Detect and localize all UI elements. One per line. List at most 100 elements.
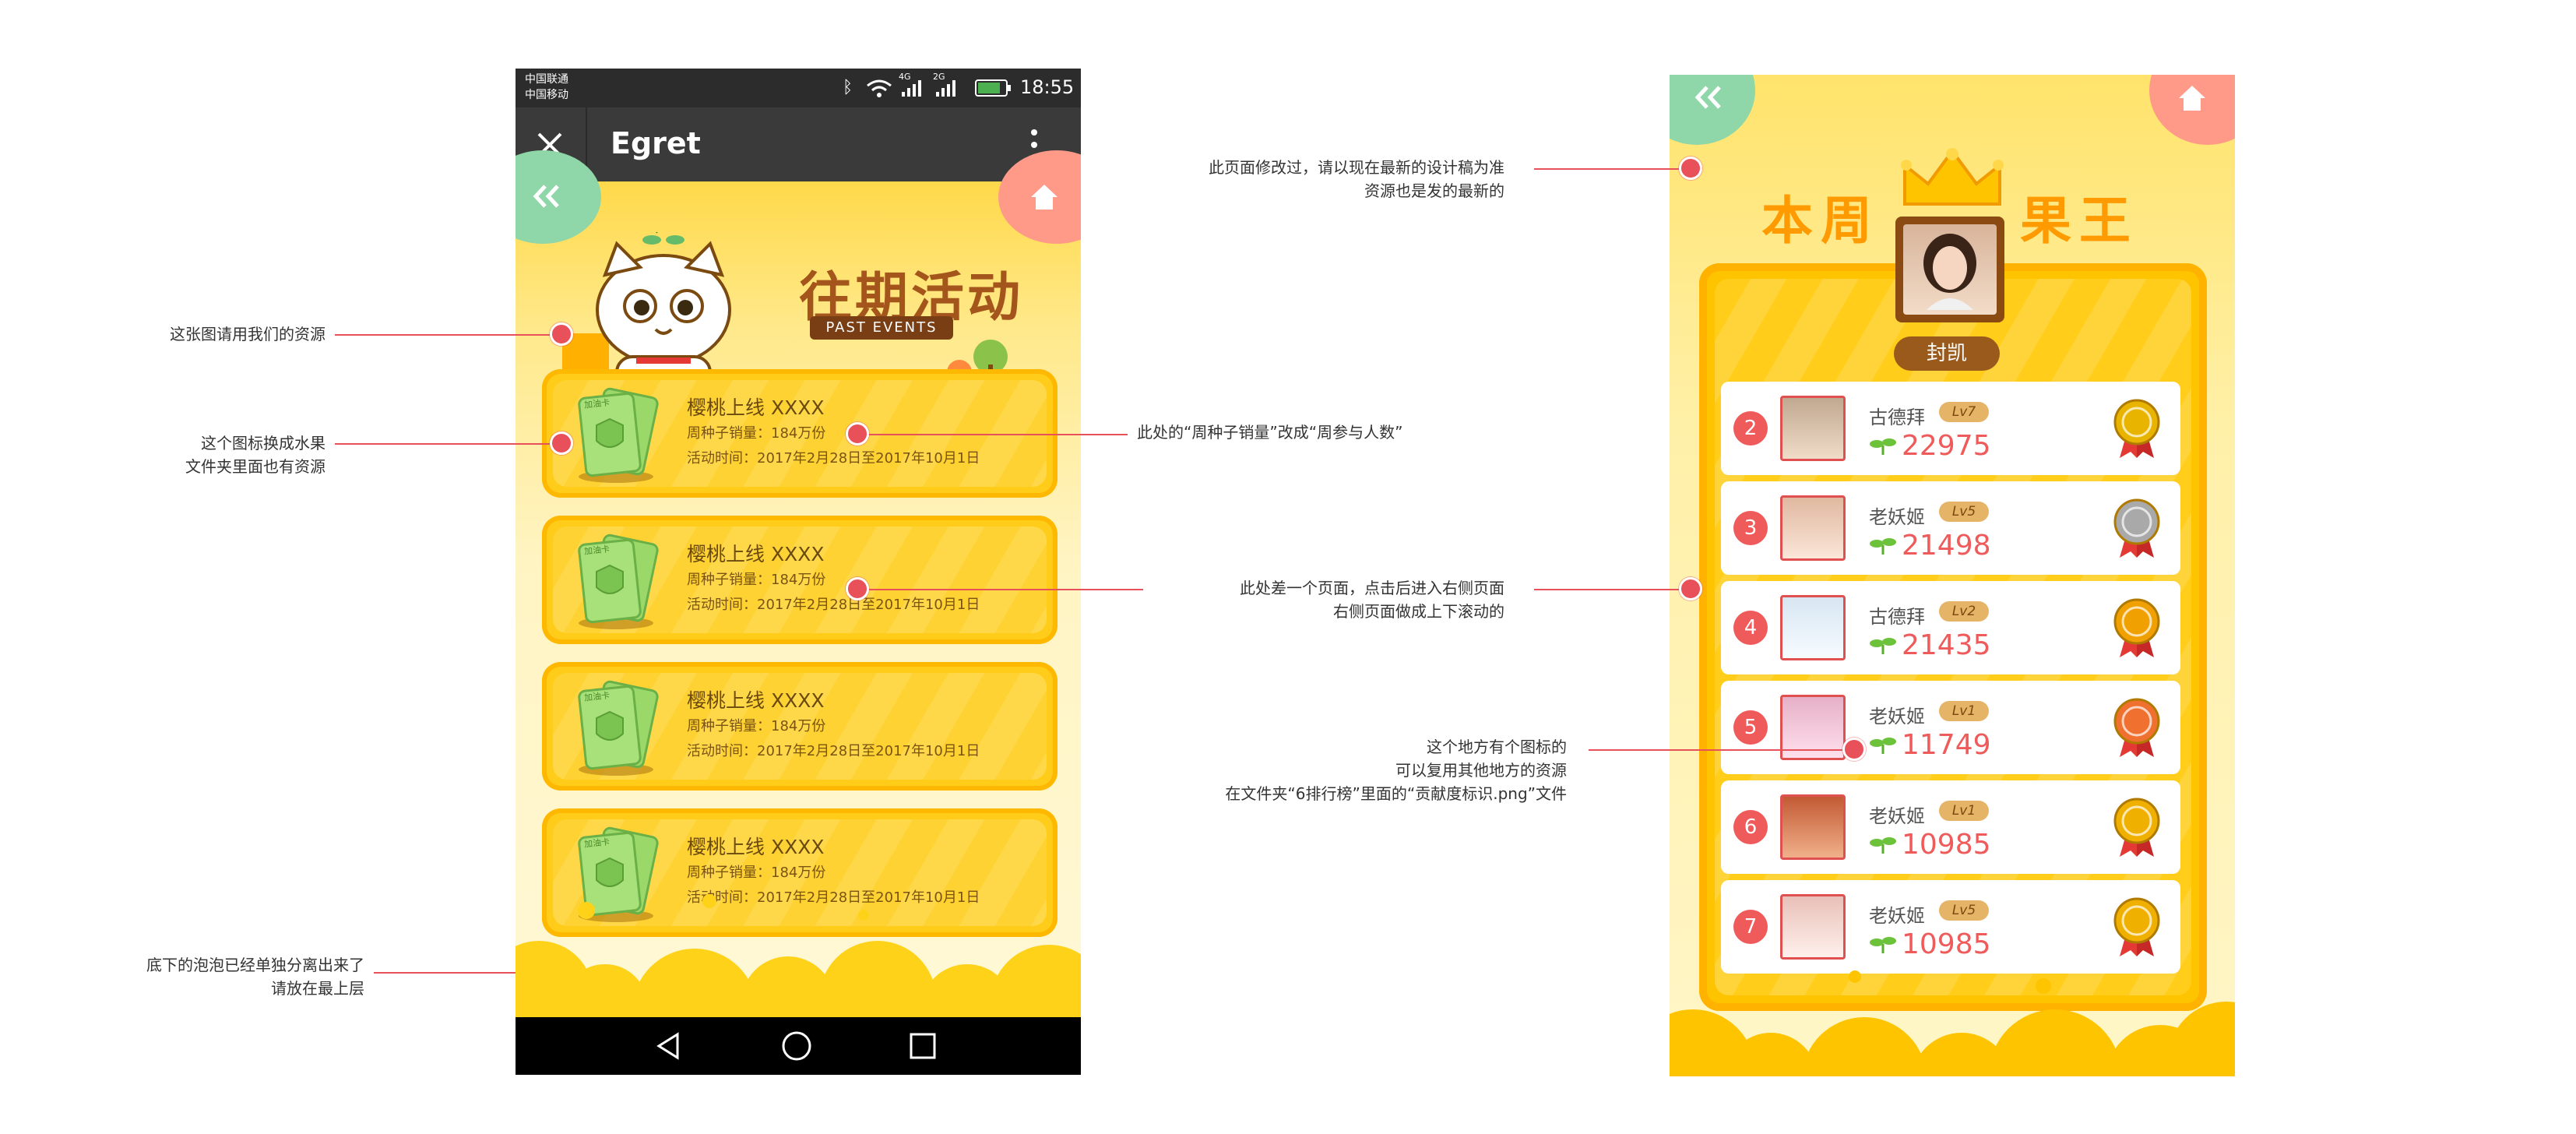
score: 10985 — [1902, 928, 1991, 960]
king-avatar — [1903, 224, 1997, 315]
event-time: 活动时间：2017年2月28日至2017年10月1日 — [687, 450, 980, 467]
rank-badge: 5 — [1733, 710, 1768, 745]
event-card[interactable]: 加油卡 樱桃上线 XXXX 周种子销量：184万份 活动时间：2017年2月28日至2… — [542, 516, 1057, 644]
annotation-1-dot — [550, 322, 573, 346]
sprout-icon — [1870, 638, 1896, 654]
contribution-medal-icon — [2113, 598, 2160, 657]
home-button[interactable] — [2149, 75, 2235, 145]
ranking-row[interactable]: 5 老妖姬 Lv1 11749 — [1721, 681, 2180, 774]
event-time: 活动时间：2017年2月28日至2017年10月1日 — [687, 743, 980, 759]
annotation-1-line — [335, 334, 562, 336]
home-icon — [2179, 86, 2205, 111]
contribution-medal-icon — [2113, 399, 2160, 458]
annotation-6-dot — [1679, 577, 1702, 600]
player-name: 古德拜 — [1869, 606, 1925, 628]
rank-badge: 6 — [1733, 810, 1768, 844]
home-icon — [1031, 185, 1057, 210]
avatar — [1780, 396, 1846, 461]
annotation-4b-dot — [846, 577, 869, 600]
bluetooth-icon: ᛒ — [843, 78, 853, 97]
event-card[interactable]: 加油卡 樱桃上线 XXXX 周种子销量：184万份 活动时间：2017年2月28日至2… — [542, 662, 1057, 791]
title-left: 本周 — [1761, 190, 1880, 251]
app-title: Egret — [611, 126, 701, 160]
annotation-2-dot — [550, 431, 573, 455]
annotation-6: 此处差一个页面，点击后进入右侧页面 右侧页面做成上下滚动的 — [1240, 579, 1504, 621]
avatar — [1780, 595, 1846, 660]
player-name: 老妖姬 — [1869, 905, 1925, 927]
ranking-row[interactable]: 3 老妖姬 Lv5 21498 — [1721, 481, 2180, 575]
annotation-4-line — [857, 434, 1128, 435]
ranking-row[interactable]: 2 古德拜 Lv7 22975 — [1721, 382, 2180, 475]
event-sales: 周种子销量：184万份 — [687, 572, 826, 588]
score: 10985 — [1902, 829, 1991, 861]
annotation-5-dot — [1679, 157, 1702, 180]
battery-icon — [975, 79, 1011, 97]
annotation-7: 这个地方有个图标的 可以复用其他地方的资源 在文件夹“6排行榜”里面的“贡献度标… — [1225, 738, 1567, 803]
annotation-6-line — [1534, 589, 1690, 590]
event-sales: 周种子销量：184万份 — [687, 718, 826, 734]
title-right: 果王 — [2020, 190, 2138, 251]
voucher-icon — [578, 534, 659, 629]
annotation-4b-line — [857, 589, 1143, 590]
level-badge: Lv1 — [1939, 801, 1989, 821]
nav-back-icon[interactable] — [654, 1031, 682, 1061]
annotation-3-line — [374, 972, 534, 974]
nav-recents-icon[interactable] — [908, 1031, 938, 1061]
king-avatar-portrait — [1923, 234, 1976, 310]
ranking-row[interactable]: 6 老妖姬 Lv1 10985 — [1721, 780, 2180, 874]
rank-badge: 3 — [1733, 511, 1768, 545]
avatar — [1780, 794, 1846, 860]
annotation-4-dot — [846, 422, 869, 446]
signal-icon-2 — [936, 80, 955, 97]
voucher-label: 加油卡 — [583, 836, 611, 850]
score: 21435 — [1902, 629, 1991, 661]
carrier-2: 中国移动 — [525, 89, 568, 101]
annotation-2-line — [335, 443, 562, 445]
avatar — [1780, 495, 1846, 561]
annotation-7-dot — [1842, 738, 1866, 761]
annotation-5: 此页面修改过，请以现在最新的设计稿为准 资源也是发的最新的 — [1209, 158, 1504, 200]
carrier-1: 中国联通 — [525, 73, 568, 86]
voucher-label: 加油卡 — [583, 544, 611, 557]
level-badge: Lv2 — [1939, 601, 1989, 622]
crown-icon — [1901, 148, 2004, 206]
event-title: 樱桃上线 XXXX — [687, 836, 825, 858]
score: 21498 — [1902, 530, 1991, 562]
level-badge: Lv5 — [1939, 502, 1989, 522]
ranking-row[interactable]: 7 老妖姬 Lv5 10985 — [1721, 880, 2180, 974]
sprout-icon — [1870, 937, 1896, 953]
voucher-icon — [578, 680, 659, 776]
level-badge: Lv5 — [1939, 900, 1989, 921]
annotation-1: 这张图请用我们的资源 — [170, 325, 326, 343]
nav-home-icon[interactable] — [780, 1030, 813, 1062]
voucher-label: 加油卡 — [583, 397, 611, 410]
annotation-5-line — [1534, 168, 1690, 170]
sprout-icon — [1870, 538, 1896, 555]
annotation-7-line — [1589, 749, 1853, 751]
bottom-bubbles — [516, 879, 1081, 1073]
annotation-4: 此处的“周种子销量”改成“周参与人数” — [1137, 423, 1403, 442]
score: 22975 — [1902, 430, 1991, 462]
sprout-icon — [1870, 837, 1896, 854]
sprout-icon — [1870, 738, 1896, 754]
contribution-medal-icon — [2113, 698, 2160, 757]
phone-screen-weekly-king: 本周 果王 封凯 2 古德拜 Lv7 22975 3 老妖姬 Lv5 21498 4 古德拜 Lv2… — [1670, 75, 2235, 1076]
annotation-2: 这个图标换成水果 文件夹里面也有资源 — [185, 434, 326, 476]
event-time: 活动时间：2017年2月28日至2017年10月1日 — [687, 597, 980, 613]
player-name: 老妖姬 — [1869, 706, 1925, 727]
event-title: 樱桃上线 XXXX — [687, 396, 825, 419]
score: 11749 — [1902, 729, 1991, 761]
player-name: 老妖姬 — [1869, 805, 1925, 827]
back-button[interactable] — [1670, 75, 1755, 145]
level-badge: Lv7 — [1939, 402, 1989, 422]
rank-badge: 4 — [1733, 611, 1768, 645]
rank-badge: 7 — [1733, 910, 1768, 944]
contribution-medal-icon — [2113, 798, 2160, 857]
voucher-icon — [578, 387, 659, 483]
ranking-row[interactable]: 4 古德拜 Lv2 21435 — [1721, 581, 2180, 674]
status-bar: 中国联通 中国移动 ᛒ 4G 2G 18:55 — [516, 69, 1081, 107]
voucher-label: 加油卡 — [583, 690, 611, 703]
king-avatar-frame — [1895, 217, 2004, 322]
wifi-icon — [867, 79, 892, 97]
app-title-bar: Egret — [516, 107, 1081, 181]
